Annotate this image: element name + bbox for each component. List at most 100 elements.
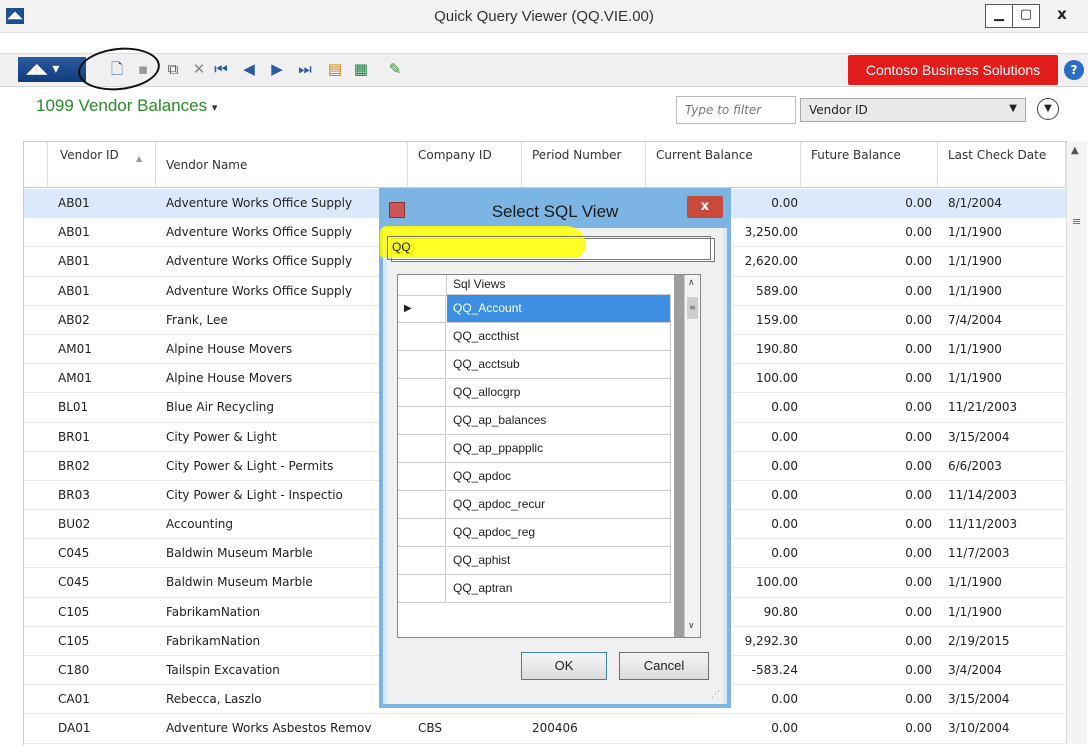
maximize-button[interactable]: ▢ — [1012, 4, 1040, 28]
scroll-grip-icon[interactable]: ≡ — [1072, 215, 1081, 228]
cell-vendor-name: Adventure Works Office Supply — [166, 196, 353, 210]
list-item[interactable]: QQ_aphist — [398, 547, 674, 575]
dialog-close-button[interactable]: x — [687, 196, 723, 218]
view-name: QQ_apdoc — [447, 463, 671, 491]
list-scrollbar[interactable]: ∧ ≡ ∨ — [684, 275, 700, 637]
column-header-future-balance[interactable]: Future Balance — [801, 142, 938, 188]
scroll-up-icon[interactable]: ∧ — [688, 278, 695, 288]
column-header-period-number[interactable]: Period Number — [522, 142, 646, 188]
cell-last-check-date: 11/14/2003 — [948, 487, 1018, 502]
list-item[interactable]: QQ_allocgrp — [398, 379, 674, 407]
edit-icon[interactable]: ✎ — [386, 60, 404, 78]
first-icon[interactable]: ⏮ — [212, 60, 230, 78]
excel-icon[interactable]: ▦ — [352, 60, 370, 78]
row-header[interactable] — [398, 323, 446, 351]
cell-current-balance: 0.00 — [771, 721, 798, 736]
view-name: QQ_allocgrp — [447, 379, 671, 407]
cell-vendor-id: BR02 — [58, 458, 90, 473]
dialog-body: QQ Sql Views ▶QQ_AccountQQ_accthistQQ_ac… — [387, 228, 723, 704]
row-header[interactable] — [398, 575, 446, 603]
cell-future-balance: 0.00 — [905, 517, 932, 532]
cell-future-balance: 0.00 — [905, 254, 932, 269]
cell-future-balance: 0.00 — [905, 487, 932, 502]
row-header[interactable] — [398, 407, 446, 435]
cell-vendor-id: AB01 — [58, 283, 90, 298]
cell-period-number: 200406 — [532, 721, 578, 736]
grid-scrollbar[interactable]: ▲ ≡ — [1066, 141, 1087, 744]
help-icon[interactable]: ? — [1064, 60, 1084, 80]
ok-button[interactable]: OK — [521, 652, 607, 680]
delete-icon[interactable]: ✕ — [190, 60, 208, 78]
cell-future-balance: 0.00 — [905, 429, 932, 444]
cell-future-balance: 0.00 — [905, 546, 932, 561]
cell-vendor-id: BU02 — [58, 517, 91, 532]
expand-icon[interactable]: ▼ — [1037, 98, 1059, 120]
filter-column-value: Vendor ID — [809, 103, 868, 117]
scroll-down-icon[interactable]: ∨ — [688, 621, 695, 631]
dialog-title-bar: Select SQL View x — [383, 192, 727, 228]
scroll-thumb[interactable]: ≡ — [687, 297, 698, 319]
list-item[interactable]: QQ_acctsub — [398, 351, 674, 379]
last-icon[interactable]: ⏭ — [296, 60, 314, 78]
column-header-last-check-date[interactable]: Last Check Date — [938, 142, 1066, 188]
copy-icon[interactable]: ⧉ — [164, 60, 182, 78]
scroll-up-icon[interactable]: ▲ — [1071, 145, 1079, 156]
row-header[interactable] — [398, 491, 446, 519]
view-name: QQ_accthist — [447, 323, 671, 351]
filter-input[interactable]: Type to filter — [676, 96, 796, 124]
row-header[interactable] — [398, 351, 446, 379]
cell-vendor-name: City Power & Light - Inspectio — [166, 487, 343, 502]
cell-future-balance: 0.00 — [905, 225, 932, 240]
list-item[interactable]: QQ_ap_ppapplic — [398, 435, 674, 463]
resize-grip-icon[interactable]: ⋰ — [711, 690, 720, 700]
prev-icon[interactable]: ◀ — [240, 60, 258, 78]
cell-last-check-date: 3/15/2004 — [948, 429, 1010, 444]
cell-vendor-id: AB01 — [58, 196, 90, 210]
list-item[interactable]: QQ_accthist — [398, 323, 674, 351]
sql-views-column-header[interactable]: Sql Views — [447, 275, 671, 295]
row-header[interactable] — [398, 519, 446, 547]
cell-future-balance: 0.00 — [905, 692, 932, 707]
cell-vendor-name: Adventure Works Asbestos Remov — [166, 721, 372, 736]
cell-vendor-id: AB01 — [58, 254, 90, 269]
close-button[interactable]: x — [1040, 4, 1084, 26]
row-header[interactable] — [398, 379, 446, 407]
list-item[interactable]: ▶ QQ_Account — [398, 295, 674, 323]
filter-column-select[interactable]: Vendor ID ▼ — [800, 98, 1026, 122]
column-label: Vendor ID — [60, 148, 119, 162]
row-header[interactable] — [398, 435, 446, 463]
view-search-input-overlay[interactable]: QQ — [387, 236, 711, 260]
list-empty-area — [674, 275, 684, 637]
company-button[interactable]: Contoso Business Solutions — [848, 55, 1058, 85]
cell-last-check-date: 7/4/2004 — [948, 312, 1002, 327]
view-name: QQ_aphist — [447, 547, 671, 575]
table-row[interactable]: DA01 Adventure Works Asbestos Remov CBS 200… — [24, 714, 1066, 744]
chevron-down-icon: ▼ — [1009, 103, 1017, 114]
row-header[interactable] — [398, 547, 446, 575]
row-header[interactable] — [398, 463, 446, 491]
sql-views-list: Sql Views ▶ QQ_Account QQ_accthist QQ_accts… — [397, 274, 701, 638]
query-name-dropdown[interactable]: 1099 Vendor Balances ▾ — [36, 96, 217, 116]
column-header-vendor-name[interactable]: Vendor Name — [156, 142, 408, 188]
list-item[interactable]: QQ_apdoc — [398, 463, 674, 491]
current-row-pointer-icon[interactable]: ▶ — [398, 295, 446, 323]
chevron-down-icon: ▾ — [211, 102, 218, 114]
cancel-button[interactable]: Cancel — [619, 652, 709, 680]
list-item[interactable]: QQ_apdoc_recur — [398, 491, 674, 519]
list-item[interactable]: QQ_ap_balances — [398, 407, 674, 435]
cell-last-check-date: 2/19/2015 — [948, 633, 1010, 648]
column-header-company-id[interactable]: Company ID — [408, 142, 522, 188]
cell-last-check-date: 1/1/1900 — [948, 225, 1002, 240]
list-item[interactable]: QQ_aptran — [398, 575, 674, 603]
column-header-current-balance[interactable]: Current Balance — [646, 142, 801, 188]
column-header-vendor-id[interactable]: Vendor ID ▲ — [48, 142, 156, 188]
dynamics-menu-icon[interactable]: ◢◣ ▾ — [18, 57, 86, 82]
export-icon[interactable]: ▤ — [326, 60, 344, 78]
next-icon[interactable]: ▶ — [268, 60, 286, 78]
cell-future-balance: 0.00 — [905, 283, 932, 298]
cell-vendor-name: Blue Air Recycling — [166, 400, 275, 415]
cell-vendor-name: Baldwin Museum Marble — [166, 546, 313, 561]
minimize-button[interactable]: ▁ — [985, 4, 1013, 28]
list-item[interactable]: QQ_apdoc_reg — [398, 519, 674, 547]
list-header: Sql Views — [398, 275, 674, 296]
